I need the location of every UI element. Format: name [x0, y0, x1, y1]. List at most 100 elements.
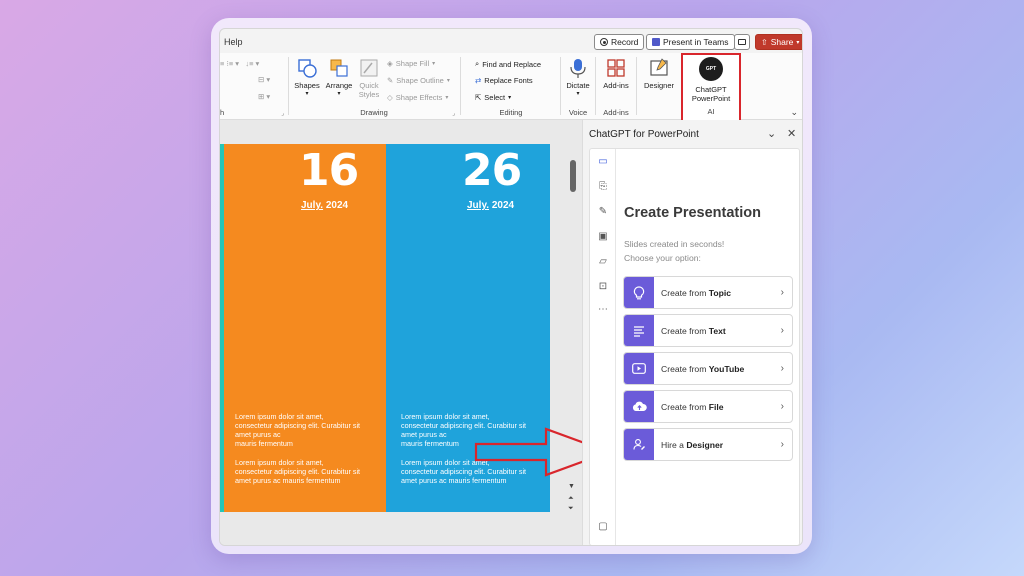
lorem-line: consectetur adipiscing elit. Curabitur s…	[235, 421, 361, 430]
pencil-icon[interactable]: ✎	[597, 206, 609, 218]
slide-canvas: 16 July. 2024 26 July. 2024 Lorem ipsum …	[220, 120, 613, 545]
create-from-youtube-option[interactable]: Create from YouTube ›	[623, 352, 793, 385]
dictate-button[interactable]: Dictate ▾	[563, 57, 593, 97]
replace-icon: ⇄	[475, 76, 482, 85]
collapse-ribbon-icon[interactable]: ⌄	[790, 107, 798, 118]
chatgpt-powerpoint-button[interactable]: ChatGPT PowerPoint	[683, 85, 739, 103]
option-label: Create from Text	[661, 326, 781, 336]
shape-outline-button[interactable]: ✎ Shape Outline ▾	[387, 76, 450, 85]
image-icon[interactable]: ▣	[597, 231, 609, 243]
chevron-right-icon: ›	[780, 325, 784, 336]
present-in-teams-button[interactable]: Present in Teams	[646, 34, 735, 50]
lorem-line: amet purus ac mauris fermentum	[235, 476, 341, 485]
chevron-down-icon: ▾	[508, 95, 512, 101]
chevron-right-icon: ›	[780, 401, 784, 412]
teal-accent-strip	[220, 144, 224, 512]
select-label: Select	[484, 93, 506, 102]
shapes-button[interactable]: Shapes ▾	[292, 57, 322, 97]
day-number-1: 16	[299, 145, 359, 196]
option-label: Create from YouTube	[661, 364, 781, 374]
designer-button[interactable]: Designer	[640, 57, 678, 90]
comments-button[interactable]	[734, 34, 750, 50]
menu-help[interactable]: Help	[224, 37, 243, 47]
lightbulb-icon	[624, 277, 654, 308]
option-bold: Designer	[686, 439, 724, 450]
scroll-down-arrow-icon[interactable]: ▼	[568, 483, 575, 490]
next-slide-icon[interactable]: ⏷	[568, 505, 574, 513]
text-lines-icon	[624, 315, 654, 346]
dialog-launcher-icon[interactable]: ⌟	[452, 110, 455, 117]
quick-styles-icon	[360, 59, 378, 77]
lorem-paragraph-1a: Lorem ipsum dolor sit amet, consectetur …	[235, 412, 385, 448]
option-bold: Topic	[708, 287, 732, 298]
presentation-icon[interactable]: ▭	[597, 156, 609, 168]
year-label-1: 2024	[325, 200, 349, 211]
pane-body: ▭ ⎘ ✎ ▣ ▱ ⊡ ⋯ ▢ Create Presentation Slid…	[589, 148, 800, 545]
arrange-icon	[330, 59, 348, 77]
create-from-text-option[interactable]: Create from Text ›	[623, 314, 793, 347]
paint-bucket-icon: ◈	[387, 59, 393, 68]
record-label: Record	[611, 37, 639, 47]
addins-grid-icon	[607, 59, 625, 77]
vertical-scrollbar-thumb[interactable]	[570, 160, 576, 192]
create-from-topic-option[interactable]: Create from Topic ›	[623, 276, 793, 309]
day-number-2: 26	[462, 145, 522, 196]
designer-icon	[650, 58, 668, 76]
create-presentation-heading: Create Presentation	[624, 205, 761, 221]
record-button[interactable]: Record	[594, 34, 645, 50]
create-presentation-subtitle: Slides created in seconds! Choose your o…	[624, 237, 794, 265]
cursor-icon: ⇱	[475, 93, 482, 102]
option-label: Create from Topic	[661, 288, 781, 298]
hire-a-designer-option[interactable]: Hire a Designer ›	[623, 428, 793, 461]
editing-group-label: Editing	[499, 108, 523, 117]
option-bold: File	[708, 401, 724, 412]
designer-person-icon	[624, 429, 654, 460]
close-icon[interactable]: ✕	[787, 127, 796, 140]
chevron-right-icon: ›	[780, 287, 784, 298]
effects-icon: ◇	[387, 93, 393, 102]
teams-icon	[652, 38, 660, 46]
create-from-file-option[interactable]: Create from File ›	[623, 390, 793, 423]
share-label: Share	[770, 37, 794, 47]
paragraph-tools-row-3[interactable]: ⊞ ▾	[258, 92, 270, 101]
select-button[interactable]: ⇱ Select ▾	[475, 93, 511, 102]
document-add-icon[interactable]: ⎘	[597, 181, 609, 193]
shape-outline-label: Shape Outline	[396, 76, 444, 85]
month-label-2: July.	[467, 200, 490, 211]
previous-slide-icon[interactable]: ⏶	[568, 495, 574, 503]
more-icon[interactable]: ⋯	[597, 304, 609, 316]
pane-side-rail: ▭ ⎘ ✎ ▣ ▱ ⊡ ⋯ ▢	[590, 149, 616, 545]
note-icon[interactable]: ▱	[597, 256, 609, 268]
dictate-label: Dictate	[566, 81, 590, 90]
share-icon: ⇧	[761, 37, 768, 47]
share-button[interactable]: ⇧ Share ▾	[755, 34, 802, 50]
lorem-line: consectetur adipiscing elit. Curabitur s…	[235, 467, 361, 476]
shape-fill-label: Shape Fill	[395, 59, 430, 68]
option-prefix: Create from	[661, 325, 709, 336]
find-and-replace-button[interactable]: ⌕ Find and Replace	[475, 59, 541, 69]
chat-icon[interactable]: ▢	[597, 521, 609, 533]
lorem-line: Lorem ipsum dolor sit amet,	[235, 458, 324, 467]
chevron-right-icon: ›	[780, 439, 784, 450]
paragraph-tools-row-2[interactable]: ⊟ ▾	[258, 75, 270, 84]
month-label-1: July.	[301, 200, 324, 211]
separator	[636, 57, 637, 115]
powerpoint-window: Help Record Present in Teams ⇧ Share ▾ ≡…	[219, 28, 803, 546]
ai-group-label: AI	[707, 107, 715, 116]
dialog-launcher-icon[interactable]: ⌟	[281, 110, 284, 117]
replace-fonts-button[interactable]: ⇄ Replace Fonts	[475, 76, 533, 85]
chatgpt-logo[interactable]: GPT	[699, 57, 723, 81]
quick-styles-button[interactable]: Quick Styles	[355, 57, 383, 99]
arrange-button[interactable]: Arrange ▾	[323, 57, 355, 97]
shape-effects-button[interactable]: ◇ Shape Effects ▾	[387, 93, 448, 102]
image-edit-icon[interactable]: ⊡	[597, 281, 609, 293]
arrange-label: Arrange	[325, 81, 353, 90]
shape-fill-button[interactable]: ◈ Shape Fill ▾	[387, 59, 435, 68]
drawing-group-label: Drawing	[360, 108, 388, 117]
find-replace-label: Find and Replace	[482, 59, 541, 69]
date-label-2: July. 2024	[467, 200, 514, 211]
option-label: Create from File	[661, 402, 781, 412]
paragraph-tools-row-1[interactable]: ≡ ⁝≡ ▾ ↓≡ ▾	[220, 59, 259, 68]
addins-button[interactable]: Add-ins	[600, 57, 632, 90]
pane-options-chevron-icon[interactable]: ⌄	[767, 127, 776, 140]
